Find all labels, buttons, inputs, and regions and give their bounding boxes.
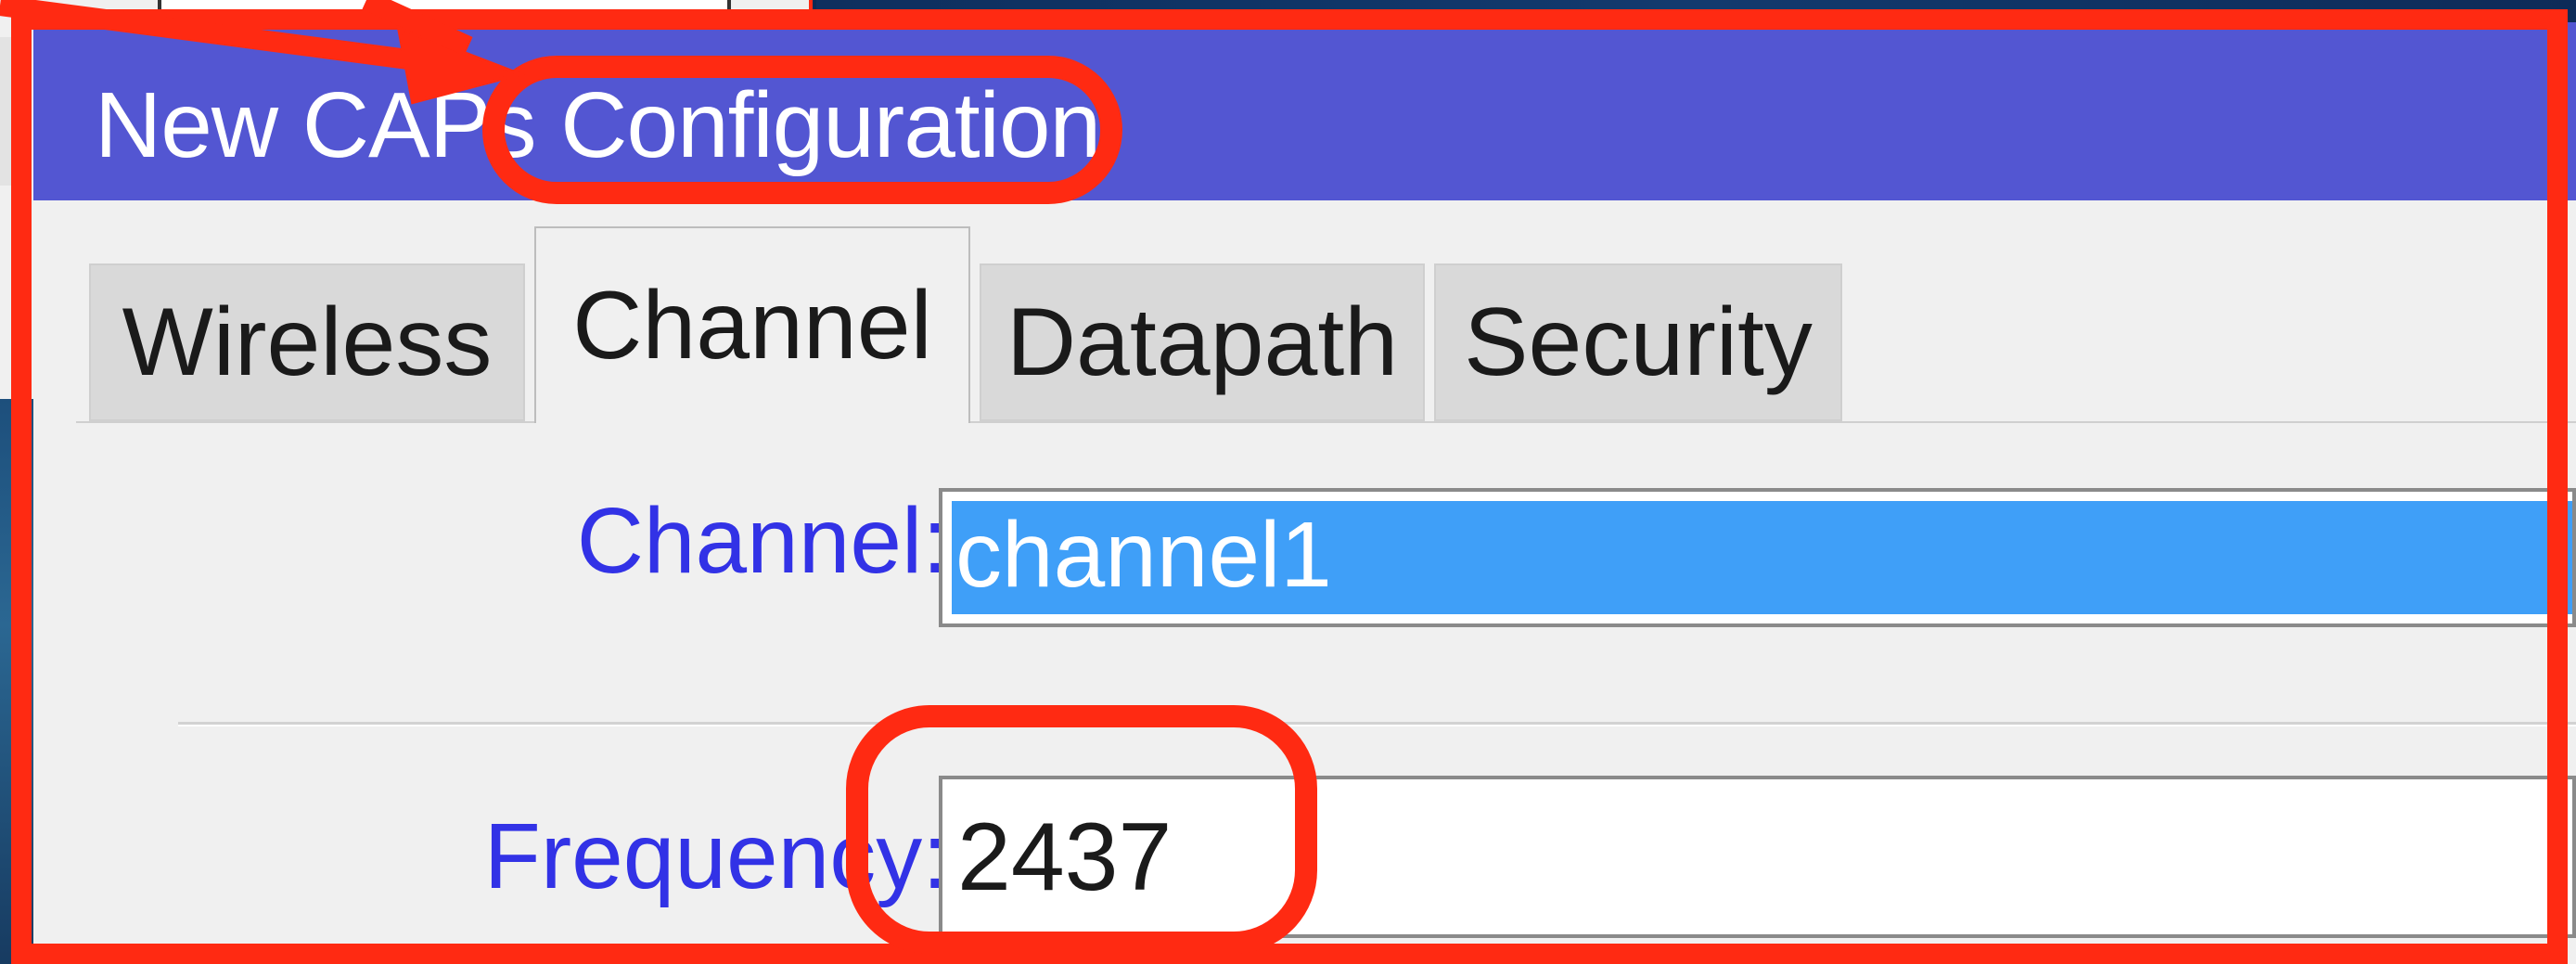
new-caps-configuration-dialog: New CAPs Configuration Wireless Channel … — [33, 22, 2576, 964]
background-window-edge — [0, 37, 14, 186]
channel-select-value[interactable]: channel1 — [952, 501, 2572, 614]
tab-channel[interactable]: Channel — [534, 226, 970, 423]
channel-label: Channel: — [576, 489, 948, 593]
channel-select[interactable]: channel1 — [939, 488, 2576, 627]
tab-datapath[interactable]: Datapath — [980, 263, 1425, 421]
dialog-titlebar[interactable]: New CAPs Configuration — [33, 22, 2576, 200]
channel-tab-panel: Channel: channel1 Frequency: 2437 — [76, 421, 2576, 964]
frequency-label: Frequency: — [483, 804, 948, 908]
tab-security[interactable]: Security — [1434, 263, 1842, 421]
tab-bar: Wireless Channel Datapath Security — [89, 226, 1852, 423]
tab-wireless[interactable]: Wireless — [89, 263, 525, 421]
frequency-input[interactable]: 2437 — [939, 776, 2576, 938]
divider — [178, 722, 2576, 726]
dialog-title: New CAPs Configuration — [95, 73, 1101, 177]
